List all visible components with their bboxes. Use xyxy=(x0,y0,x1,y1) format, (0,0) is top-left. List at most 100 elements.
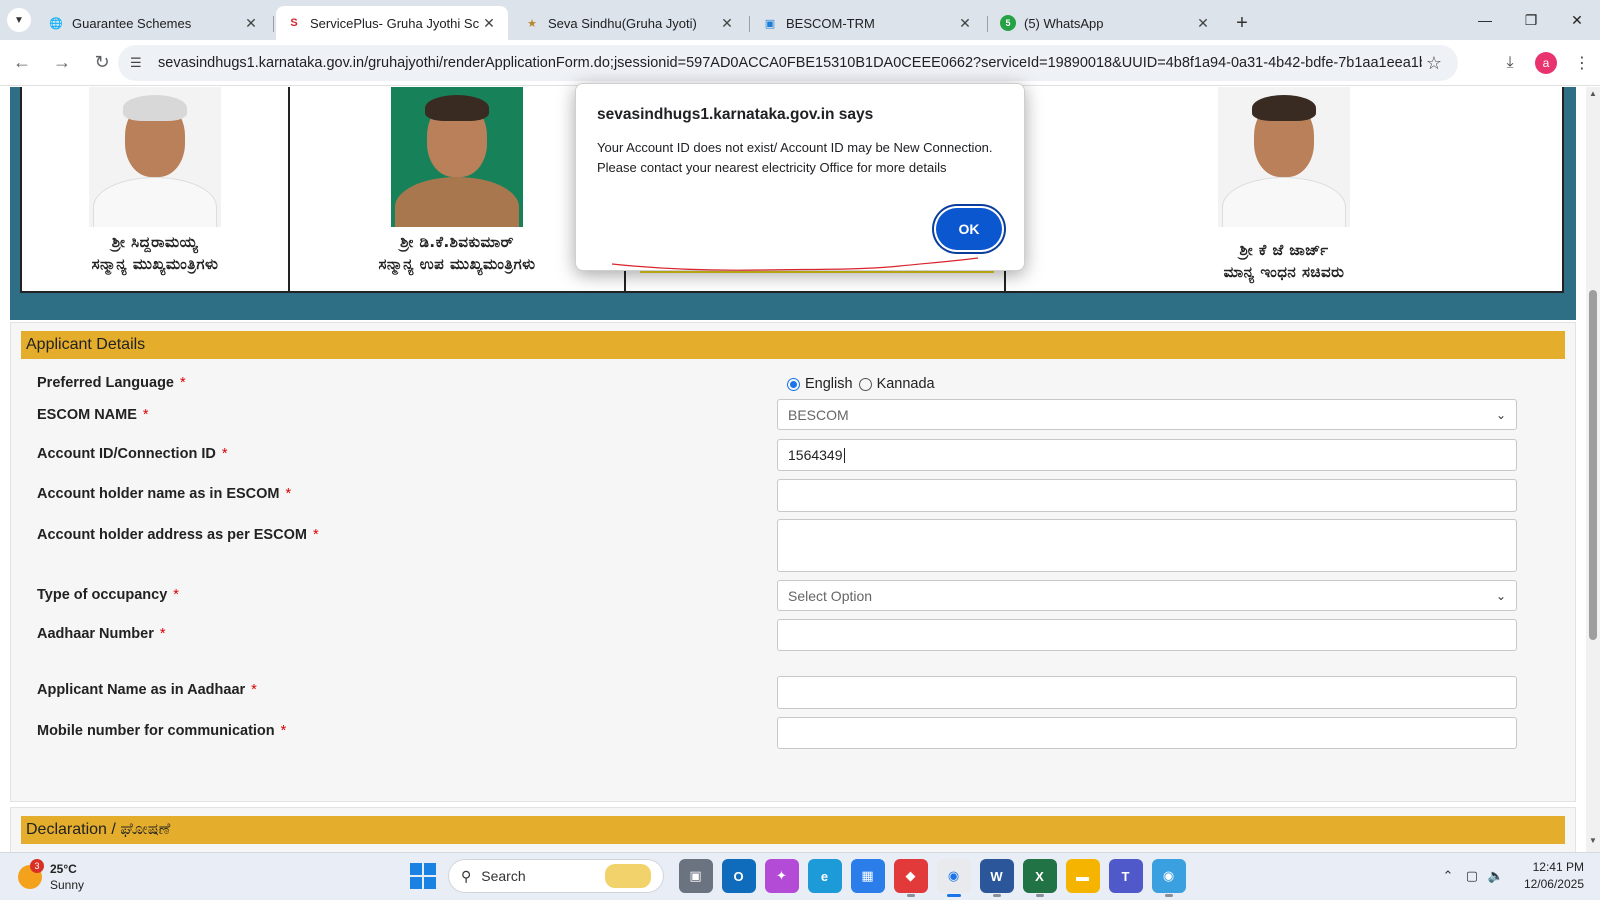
site-info-icon[interactable]: ☰ xyxy=(130,55,148,71)
clock[interactable]: 12:41 PM 12/06/2025 xyxy=(1524,859,1584,893)
mobile-label: Mobile number for communication * xyxy=(37,723,287,739)
word-icon[interactable]: W xyxy=(979,859,1014,897)
teams-icon[interactable]: T xyxy=(1108,859,1143,893)
leader-role: ಸನ್ಮಾನ್ಯ ಮುಖ್ಯಮಂತ್ರಿಗಳು xyxy=(91,255,219,273)
occupancy-select[interactable]: Select Option ⌄ xyxy=(777,580,1517,611)
download-icon[interactable]: ⤓ xyxy=(1492,45,1528,81)
aadhaar-input[interactable] xyxy=(777,619,1517,651)
radio-label: Kannada xyxy=(876,376,935,392)
excel-icon[interactable]: X xyxy=(1022,859,1057,897)
reload-icon[interactable]: ↻ xyxy=(84,45,120,81)
weather-temp: 25°C xyxy=(50,862,77,876)
leader-role: ಮಾನ್ಯ ಇಂಧನ ಸಚಿವರು xyxy=(1223,263,1345,281)
store-icon[interactable]: ▦ xyxy=(850,859,885,893)
search-highlight-icon xyxy=(605,864,651,888)
scroll-up-icon[interactable]: ▲ xyxy=(1586,89,1600,103)
profile-avatar[interactable]: a xyxy=(1535,52,1557,74)
holder-name-input[interactable] xyxy=(777,479,1517,512)
preferred-language-label: Preferred Language * xyxy=(37,375,186,391)
weather-desc: Sunny xyxy=(50,878,85,892)
back-arrow-icon[interactable]: ← xyxy=(4,45,40,81)
display-icon[interactable]: ▢ xyxy=(1460,868,1484,884)
leader-name: ಶ್ರೀ ಸಿದ್ದರಾಮಯ್ಯ xyxy=(111,233,199,251)
file-explorer-icon[interactable]: ▬ xyxy=(1065,859,1100,893)
url-bar[interactable]: ☰ sevasindhugs1.karnataka.gov.in/gruhajy… xyxy=(118,45,1458,81)
leader-name: ಶ್ರೀ ಡಿ.ಕೆ.ಶಿವಕುಮಾರ್ xyxy=(400,233,514,251)
menu-kebab-icon[interactable]: ⋮ xyxy=(1564,45,1600,81)
globe-icon: 🌐 xyxy=(49,17,63,30)
anydesk-icon[interactable]: ◆ xyxy=(893,859,928,897)
red-underline-annotation xyxy=(611,257,979,271)
leader-photo xyxy=(1218,87,1350,227)
close-icon[interactable]: ✕ xyxy=(242,15,260,32)
weather-widget[interactable]: 3 25°C Sunny xyxy=(18,859,85,893)
dialog-message-line: Please contact your nearest electricity … xyxy=(597,160,947,175)
tab-bescom-trm[interactable]: ▣ BESCOM-TRM ✕ xyxy=(752,6,988,40)
windows-taskbar: 3 25°C Sunny ⚲ Search ▣ O ✦ e ▦ ◆ ◉ W X … xyxy=(0,852,1600,900)
tab-guarantee-schemes[interactable]: 🌐 Guarantee Schemes ✕ xyxy=(38,6,274,40)
dialog-message: Your Account ID does not exist/ Account … xyxy=(597,138,1007,178)
tab-title: ServicePlus- Gruha Jyothi Scheme xyxy=(310,15,480,31)
close-icon[interactable]: ✕ xyxy=(956,15,974,32)
browser-app-icon[interactable]: ◉ xyxy=(1151,859,1186,897)
chrome-icon[interactable]: ◉ xyxy=(936,859,971,897)
search-icon: ⚲ xyxy=(461,867,472,884)
applicant-details-section: Applicant Details Preferred Language * En… xyxy=(10,322,1576,802)
tab-whatsapp[interactable]: 5 (5) WhatsApp ✕ xyxy=(990,6,1222,40)
taskbar-apps: ⚲ Search ▣ O ✦ e ▦ ◆ ◉ W X ▬ T ◉ xyxy=(410,859,1190,897)
chevron-down-icon: ⌄ xyxy=(1495,588,1506,603)
language-radio-group: English Kannada xyxy=(787,376,941,392)
browser-tab-bar: ▼ 🌐 Guarantee Schemes ✕ S ServicePlus- G… xyxy=(0,0,1600,40)
section-title: Declaration / ಘೋಷಣೆ xyxy=(21,816,1565,844)
tab-serviceplus[interactable]: S ServicePlus- Gruha Jyothi Scheme ✕ xyxy=(276,6,508,40)
chevron-down-icon: ⌄ xyxy=(1495,407,1506,422)
serviceplus-icon: S xyxy=(290,17,298,29)
whatsapp-icon: 5 xyxy=(1000,15,1016,31)
close-icon[interactable]: ✕ xyxy=(1194,15,1212,32)
radio-english[interactable] xyxy=(787,377,800,391)
account-id-input[interactable]: 1564349 xyxy=(777,439,1517,471)
sun-icon: 3 xyxy=(18,859,44,889)
ok-button[interactable]: OK xyxy=(936,208,1002,250)
volume-icon[interactable]: 🔈 xyxy=(1484,868,1508,884)
alert-dialog: sevasindhugs1.karnataka.gov.in says Your… xyxy=(575,83,1025,271)
tab-seva-sindhu[interactable]: ★ Seva Sindhu(Gruha Jyoti) ✕ xyxy=(514,6,750,40)
chevron-down-icon: ▼ xyxy=(7,8,31,32)
occupancy-label: Type of occupancy * xyxy=(37,587,179,603)
taskbar-search-box[interactable]: ⚲ Search xyxy=(448,859,664,893)
mobile-input[interactable] xyxy=(777,717,1517,749)
close-icon[interactable]: ✕ xyxy=(480,15,498,32)
new-tab-button[interactable]: + xyxy=(1228,6,1256,40)
close-icon[interactable]: ✕ xyxy=(718,15,736,32)
scroll-down-icon[interactable]: ▼ xyxy=(1586,836,1600,850)
minimize-icon[interactable]: — xyxy=(1462,0,1508,40)
bescom-icon: ▣ xyxy=(764,17,776,30)
aadhaar-label: Aadhaar Number * xyxy=(37,626,166,642)
task-view-icon[interactable]: ▣ xyxy=(678,859,713,893)
copilot-icon[interactable]: ✦ xyxy=(764,859,799,893)
chevron-up-icon[interactable]: ⌃ xyxy=(1436,868,1460,884)
bookmark-star-icon[interactable]: ☆ xyxy=(1422,53,1446,74)
tab-search-button[interactable]: ▼ xyxy=(0,0,38,40)
page-scrollbar[interactable]: ▲ ▼ xyxy=(1586,87,1600,852)
close-window-icon[interactable]: ✕ xyxy=(1554,0,1600,40)
leader-photo xyxy=(391,87,523,227)
restore-icon[interactable]: ❐ xyxy=(1508,0,1554,40)
escom-select[interactable]: BESCOM ⌄ xyxy=(777,399,1517,430)
leader-role: ಸನ್ಮಾನ್ಯ ಉಪ ಮುಖ್ಯಮಂತ್ರಿಗಳು xyxy=(378,255,536,273)
system-tray: ⌃ ▢ 🔈 12:41 PM 12/06/2025 xyxy=(1436,859,1584,893)
emblem-icon: ★ xyxy=(527,17,537,30)
forward-arrow-icon[interactable]: → xyxy=(44,45,80,81)
edge-icon[interactable]: e xyxy=(807,859,842,893)
leader-name: ಶ್ರೀ ಕೆ ಜೆ ಜಾರ್ಜ್ xyxy=(1239,241,1329,259)
clock-time: 12:41 PM xyxy=(1532,860,1584,874)
holder-name-label: Account holder name as in ESCOM * xyxy=(37,486,292,502)
windows-start-icon[interactable] xyxy=(410,863,436,889)
leader-cell: ಶ್ರೀ ಕೆ ಜೆ ಜಾರ್ಜ್ ಮಾನ್ಯ ಇಂಧನ ಸಚಿವರು xyxy=(1006,87,1562,291)
applicant-name-label: Applicant Name as in Aadhaar * xyxy=(37,682,257,698)
applicant-name-input[interactable] xyxy=(777,676,1517,709)
scrollbar-thumb[interactable] xyxy=(1589,290,1597,640)
outlook-icon[interactable]: O xyxy=(721,859,756,893)
holder-address-textarea[interactable] xyxy=(777,519,1517,572)
radio-kannada[interactable] xyxy=(858,377,872,391)
